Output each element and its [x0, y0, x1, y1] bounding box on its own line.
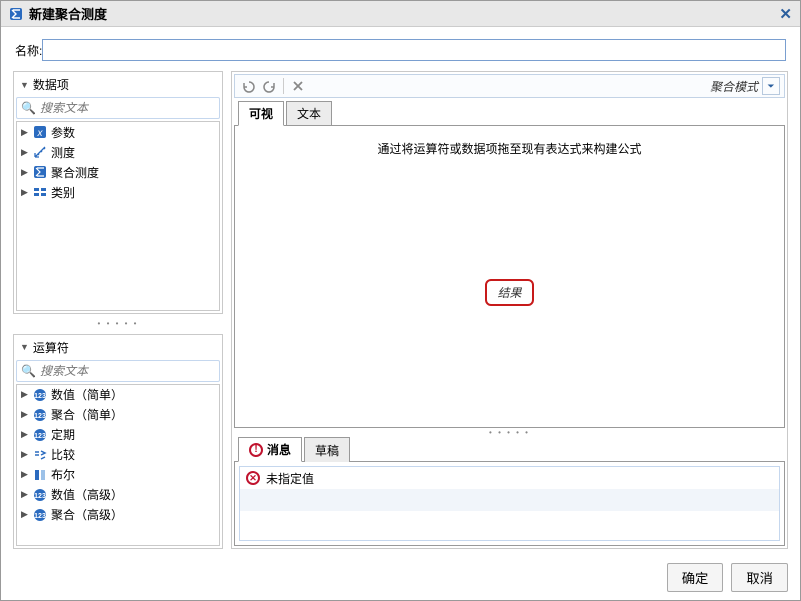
svg-text:123: 123 [34, 393, 46, 400]
data-items-tree: ▶ x 参数 ▶ 测度 ▶ 聚合测度 ▶ [16, 121, 220, 311]
category-icon [33, 185, 47, 199]
operator-numeric-simple[interactable]: ▶ 123 数值（简单） [17, 385, 219, 405]
operator-boolean[interactable]: ▶ 布尔 [17, 465, 219, 485]
operators-tree: ▶ 123 数值（简单） ▶ 123 聚合（简单） ▶ 123 定期 [16, 384, 220, 546]
numeric-icon: 123 [33, 488, 47, 502]
aggregate-measure-icon [9, 7, 23, 21]
expand-icon: ▶ [21, 187, 31, 198]
operators-panel: 运算符 🔍 ▶ 123 数值（简单） ▶ 123 聚合（简单） [13, 334, 223, 549]
svg-text:123: 123 [34, 433, 46, 440]
operators-header[interactable]: 运算符 [14, 335, 222, 360]
search-icon: 🔍 [21, 101, 36, 115]
svg-text:123: 123 [34, 413, 46, 420]
undo-button[interactable] [239, 76, 259, 96]
cancel-button[interactable]: 取消 [731, 563, 788, 592]
parameter-icon: x [33, 125, 47, 139]
message-text: 未指定值 [266, 470, 314, 487]
result-placeholder[interactable]: 结果 [485, 279, 533, 306]
tab-text[interactable]: 文本 [286, 101, 332, 126]
editor-tabs: 可视 文本 [234, 100, 785, 125]
svg-text:x: x [37, 128, 44, 139]
dialog-body: 数据项 🔍 ▶ x 参数 ▶ 测度 [1, 71, 800, 555]
left-column: 数据项 🔍 ▶ x 参数 ▶ 测度 [13, 71, 223, 549]
name-input[interactable] [42, 39, 786, 61]
operator-numeric-advanced[interactable]: ▶ 123 数值（高级） [17, 485, 219, 505]
data-items-panel: 数据项 🔍 ▶ x 参数 ▶ 测度 [13, 71, 223, 314]
right-column: 聚合模式 ⏷ 可视 文本 通过将运算符或数据项拖至现有表达式来构建公式 结果 •… [231, 71, 788, 549]
operators-search-input[interactable] [40, 364, 219, 378]
expand-icon: ▶ [21, 409, 31, 420]
right-splitter[interactable]: • • • • • [234, 428, 785, 436]
svg-text:123: 123 [34, 493, 46, 500]
messages-section: ! 消息 草稿 ✕ 未指定值 [234, 436, 785, 546]
message-row-empty [240, 511, 779, 533]
delete-button[interactable] [288, 76, 308, 96]
operator-aggregate-simple[interactable]: ▶ 123 聚合（简单） [17, 405, 219, 425]
ok-button[interactable]: 确定 [667, 563, 724, 592]
numeric-icon: 123 [33, 508, 47, 522]
titlebar: 新建聚合测度 ✕ [1, 1, 800, 27]
name-row: 名称: [1, 27, 800, 71]
toolbar-separator [283, 78, 284, 94]
error-icon: ✕ [246, 471, 260, 485]
data-items-search-input[interactable] [40, 101, 219, 115]
aggregate-measure-icon [33, 165, 47, 179]
search-icon: 🔍 [21, 364, 36, 378]
expand-icon: ▶ [21, 449, 31, 460]
dialog-title: 新建聚合测度 [29, 4, 779, 23]
name-label: 名称: [15, 42, 42, 59]
formula-prompt: 通过将运算符或数据项拖至现有表达式来构建公式 [235, 126, 784, 157]
expand-icon: ▶ [21, 389, 31, 400]
expand-icon: ▶ [21, 489, 31, 500]
redo-button[interactable] [259, 76, 279, 96]
data-items-header[interactable]: 数据项 [14, 72, 222, 97]
tree-item-category[interactable]: ▶ 类别 [17, 182, 219, 202]
numeric-icon: 123 [33, 388, 47, 402]
message-row[interactable]: ✕ 未指定值 [240, 467, 779, 489]
warning-icon: ! [249, 443, 263, 457]
tree-item-measure[interactable]: ▶ 测度 [17, 142, 219, 162]
operator-periodic[interactable]: ▶ 123 定期 [17, 425, 219, 445]
message-tabs: ! 消息 草稿 [234, 436, 785, 461]
tab-messages[interactable]: ! 消息 [238, 437, 302, 462]
tree-item-parameters[interactable]: ▶ x 参数 [17, 122, 219, 142]
operator-aggregate-advanced[interactable]: ▶ 123 聚合（高级） [17, 505, 219, 525]
formula-canvas[interactable]: 通过将运算符或数据项拖至现有表达式来构建公式 结果 [234, 125, 785, 428]
message-row-empty [240, 489, 779, 511]
boolean-icon [33, 468, 47, 482]
data-items-search[interactable]: 🔍 [16, 97, 220, 119]
expand-icon: ▶ [21, 429, 31, 440]
operators-search[interactable]: 🔍 [16, 360, 220, 382]
expand-icon: ▶ [21, 167, 31, 178]
expand-icon: ▶ [21, 147, 31, 158]
editor-toolbar: 聚合模式 ⏷ [234, 74, 785, 98]
expand-icon: ▶ [21, 469, 31, 480]
tree-item-aggregate-measure[interactable]: ▶ 聚合测度 [17, 162, 219, 182]
numeric-icon: 123 [33, 428, 47, 442]
mode-dropdown-button[interactable]: ⏷ [762, 77, 780, 95]
measure-icon [33, 145, 47, 159]
dialog-footer: 确定 取消 [1, 555, 800, 600]
expand-icon: ▶ [21, 509, 31, 520]
left-splitter[interactable]: • • • • • [13, 320, 223, 328]
tab-visual[interactable]: 可视 [238, 101, 284, 126]
numeric-icon: 123 [33, 408, 47, 422]
expand-icon: ▶ [21, 127, 31, 138]
operator-compare[interactable]: ▶ 比较 [17, 445, 219, 465]
mode-label: 聚合模式 [710, 78, 758, 95]
messages-body: ✕ 未指定值 [234, 461, 785, 546]
close-button[interactable]: ✕ [779, 5, 792, 23]
tab-draft[interactable]: 草稿 [304, 437, 350, 462]
compare-icon [33, 448, 47, 462]
dialog-root: 新建聚合测度 ✕ 名称: 数据项 🔍 ▶ x 参数 [0, 0, 801, 601]
svg-text:123: 123 [34, 513, 46, 520]
